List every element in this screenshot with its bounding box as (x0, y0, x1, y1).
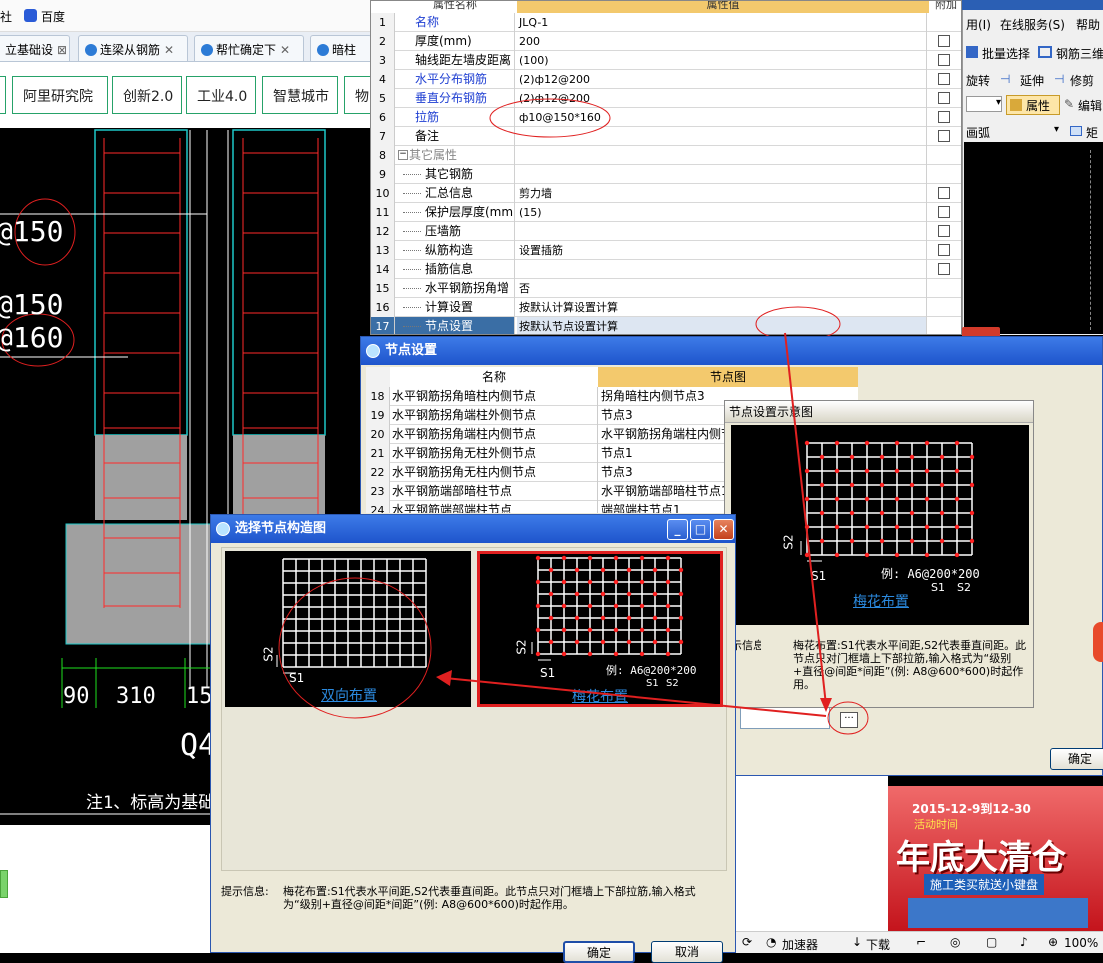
window-icon[interactable]: ▢ (986, 935, 997, 949)
annotation-circle (827, 701, 869, 735)
status-download[interactable]: 下载 (866, 936, 890, 953)
annotation-arrow (784, 332, 827, 706)
volume-icon[interactable]: ♪ (1020, 935, 1028, 949)
annotation-circle (278, 577, 432, 719)
zoom-icon[interactable]: ⊕ (1048, 935, 1058, 949)
download-icon: ↓ (852, 935, 863, 949)
browser-icon[interactable]: ◎ (950, 935, 960, 949)
screenshot-icon[interactable]: ⌐ (916, 935, 926, 949)
ad-date: 2015-12-9到12-30 (912, 802, 1031, 816)
ad-headline: 年底大清仓 (896, 838, 1066, 878)
annotation-arrow (444, 677, 827, 717)
accelerator-icon: ◔ (766, 935, 777, 949)
page-background (736, 776, 888, 931)
refresh-icon[interactable]: ⟳ (742, 935, 752, 949)
advertisement[interactable]: 2015-12-9到12-30 活动时间 年底大清仓 施工类买就送小键盘 (888, 786, 1103, 931)
status-bar: ⟳ ◔ 加速器 ↓ 下载 ⌐ ◎ ▢ ♪ ⊕ 100% (736, 931, 1103, 953)
status-accelerator[interactable]: 加速器 (782, 936, 818, 953)
ad-subtitle: 施工类买就送小键盘 (924, 874, 1045, 895)
annotation-arrowhead (436, 670, 452, 686)
ad-product-image (908, 898, 1088, 928)
zoom-level[interactable]: 100% (1064, 936, 1098, 950)
floating-badge[interactable] (1093, 622, 1103, 662)
